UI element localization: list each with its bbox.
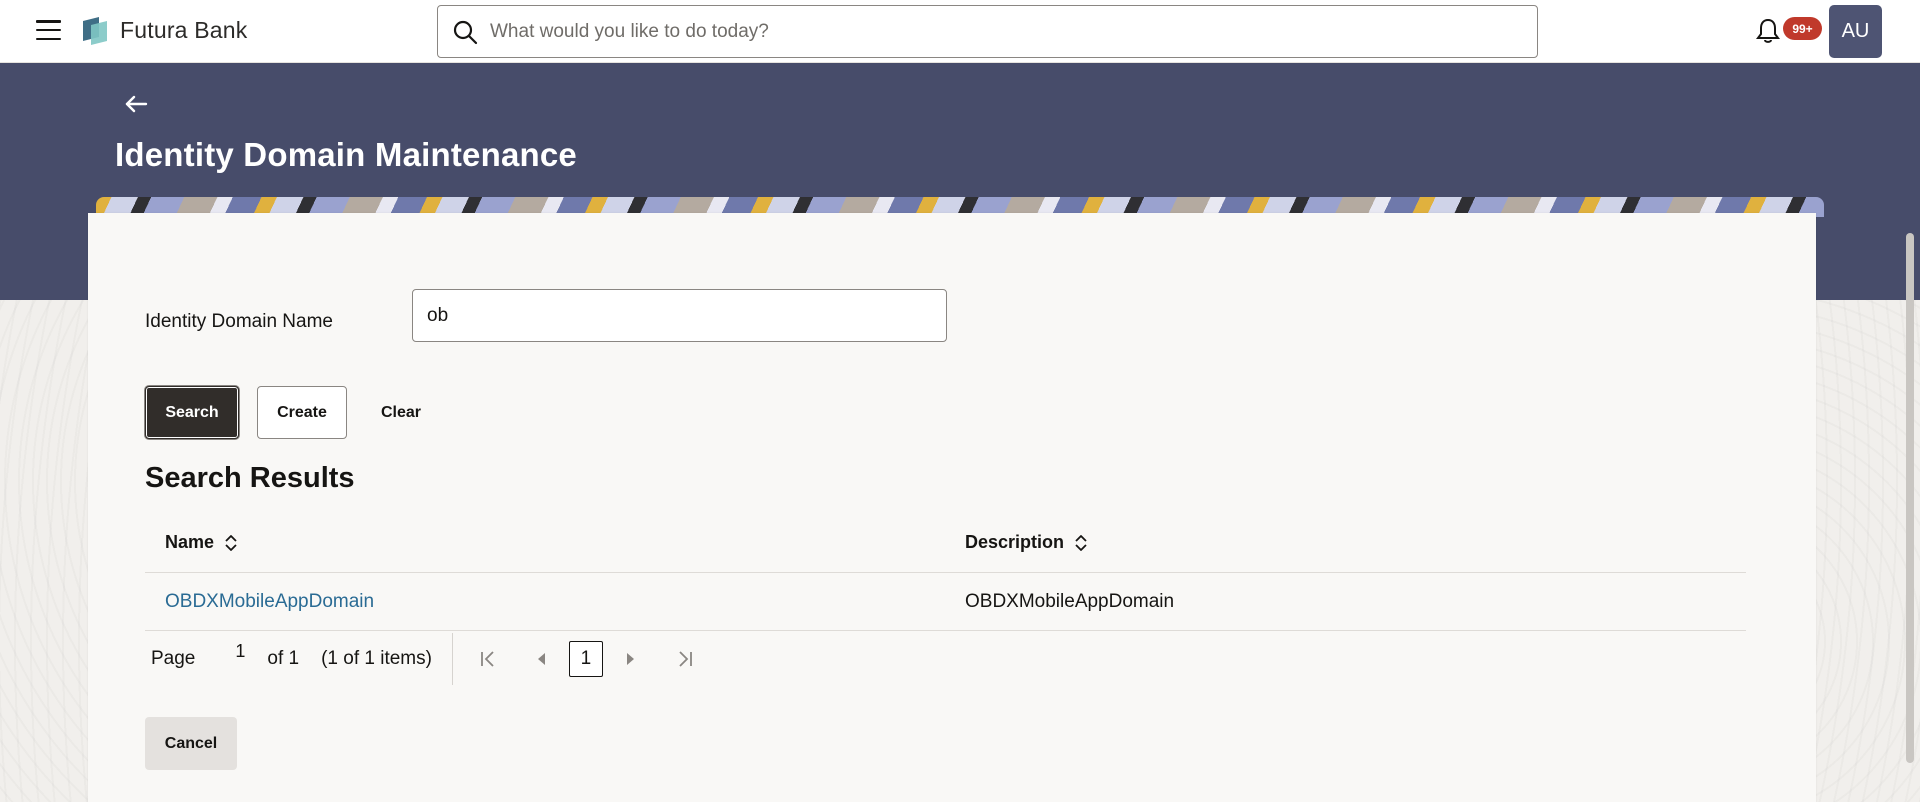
column-header-name-label: Name (165, 532, 215, 552)
results-table: Name Description OBDXMobileAppDomain OBD… (145, 513, 1746, 631)
identity-domain-name-input[interactable] (412, 289, 947, 342)
search-results-title: Search Results (145, 462, 355, 494)
table-header: Name Description (145, 513, 1746, 573)
previous-page-button[interactable] (528, 646, 554, 672)
column-header-description[interactable]: Description (945, 532, 1746, 553)
previous-page-icon (537, 653, 545, 665)
next-page-icon (626, 653, 634, 665)
table-row: OBDXMobileAppDomain OBDXMobileAppDomain (145, 573, 1746, 631)
domain-description: OBDXMobileAppDomain (965, 590, 1175, 612)
back-arrow-icon[interactable] (123, 92, 149, 116)
column-header-description-label: Description (965, 532, 1065, 552)
column-header-name[interactable]: Name (145, 532, 945, 553)
search-button[interactable]: Search (145, 386, 239, 439)
brand-name: Futura Bank (120, 16, 248, 43)
cancel-button[interactable]: Cancel (145, 717, 237, 770)
notification-bell-icon[interactable] (1755, 17, 1781, 45)
page-scrollbar[interactable] (1906, 233, 1914, 763)
next-page-button[interactable] (618, 646, 644, 672)
global-search-input[interactable] (478, 6, 1537, 57)
last-page-button[interactable] (672, 646, 698, 672)
top-header: Futura Bank 99+ AU (0, 0, 1920, 63)
clear-button[interactable]: Clear (366, 386, 436, 439)
pagination: Page 1 of 1 (1 of 1 items) 1 (145, 633, 845, 685)
current-page-input[interactable]: 1 (235, 641, 245, 662)
identity-domain-name-label: Identity Domain Name (145, 311, 333, 332)
user-avatar[interactable]: AU (1829, 5, 1882, 58)
total-pages-label: of 1 (267, 648, 300, 669)
sort-icon[interactable] (224, 533, 238, 553)
domain-name-link[interactable]: OBDXMobileAppDomain (145, 591, 945, 613)
page-title: Identity Domain Maintenance (115, 136, 577, 173)
search-icon (453, 20, 478, 44)
last-page-icon (679, 651, 692, 667)
first-page-icon (481, 651, 494, 667)
page-label: Page (151, 648, 196, 669)
bank-logo-icon (83, 17, 107, 45)
global-search[interactable] (437, 5, 1538, 58)
page-number-button[interactable]: 1 (568, 641, 603, 677)
sort-icon[interactable] (1074, 533, 1088, 553)
create-button[interactable]: Create (257, 386, 347, 439)
notification-badge: 99+ (1783, 17, 1822, 40)
main-card: Identity Domain Name Search Create Clear… (88, 213, 1816, 802)
pagination-divider (451, 633, 453, 685)
first-page-button[interactable] (475, 646, 501, 672)
items-count-label: (1 of 1 items) (321, 648, 432, 669)
menu-icon[interactable] (36, 20, 61, 40)
brand-logo[interactable]: Futura Bank (80, 14, 248, 46)
